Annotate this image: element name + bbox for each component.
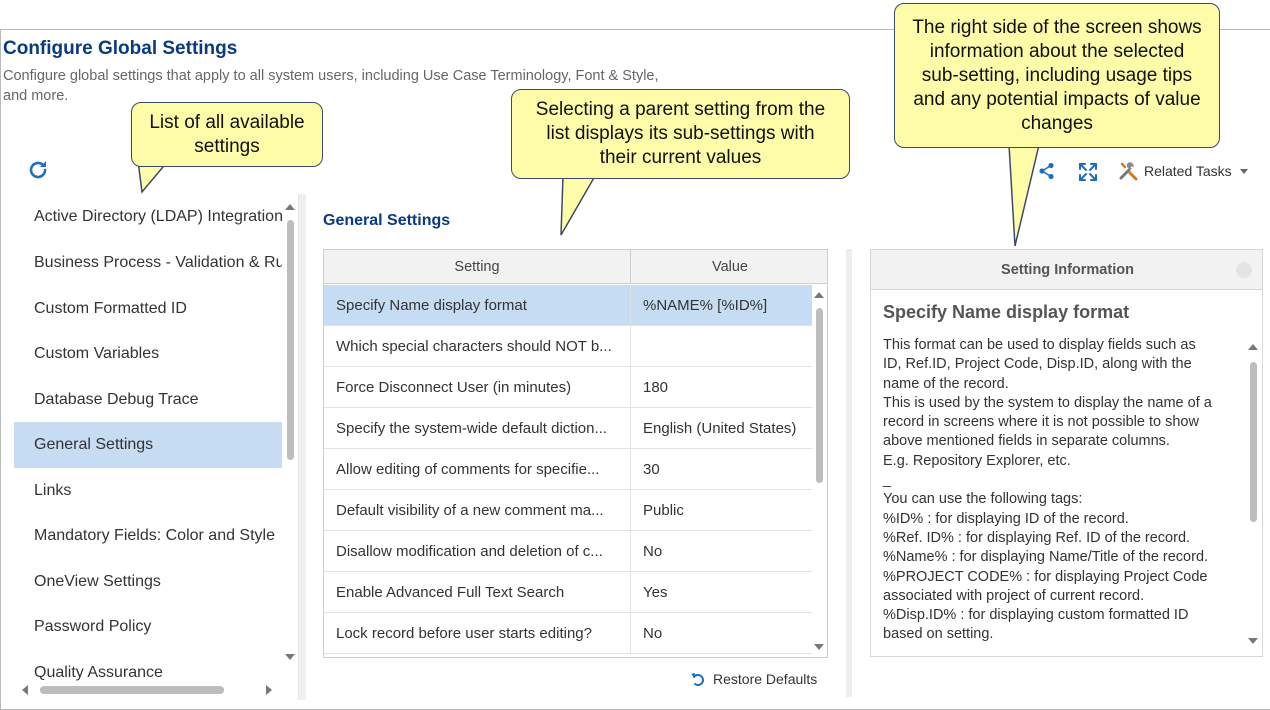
callout-pointer — [1008, 144, 1040, 247]
scrollbar-thumb[interactable] — [40, 686, 224, 694]
table-row[interactable]: Specify the system-wide default diction.… — [324, 408, 812, 449]
undo-icon — [691, 673, 704, 686]
table-row[interactable]: Enable Advanced Full Text Search Yes — [324, 572, 812, 613]
scroll-down-icon[interactable] — [285, 654, 295, 660]
list-item[interactable]: Business Process - Validation & Rules — [14, 240, 282, 286]
table-row[interactable]: Force Disconnect User (in minutes) 180 — [324, 367, 812, 408]
list-item[interactable]: Links — [14, 468, 282, 514]
scroll-up-icon[interactable] — [285, 204, 295, 210]
settings-list: Active Directory (LDAP) Integration Busi… — [14, 194, 299, 700]
tools-icon — [1119, 162, 1138, 181]
chevron-down-icon — [1239, 168, 1248, 174]
related-tasks-menu[interactable]: Related Tasks — [1118, 160, 1248, 182]
scroll-right-icon[interactable] — [266, 685, 272, 695]
scroll-up-icon[interactable] — [1248, 344, 1258, 350]
scroll-up-icon[interactable] — [814, 292, 824, 298]
scroll-left-icon[interactable] — [22, 685, 28, 695]
list-item[interactable]: Active Directory (LDAP) Integration — [14, 194, 282, 240]
list-item[interactable]: Password Policy — [14, 604, 282, 650]
table-row[interactable]: Disallow modification and deletion of c.… — [324, 531, 812, 572]
scrollbar-thumb[interactable] — [1250, 362, 1257, 522]
scrollbar-thumb[interactable] — [287, 220, 294, 460]
info-description: This format can be used to display field… — [883, 337, 1212, 643]
info-panel-header: Setting Information — [871, 250, 1262, 290]
scroll-down-icon[interactable] — [1248, 638, 1258, 644]
related-tasks-label: Related Tasks — [1144, 163, 1232, 179]
section-title: General Settings — [323, 212, 451, 229]
scrollbar-thumb[interactable] — [816, 308, 823, 483]
table-row-selected[interactable]: Specify Name display format %NAME% [%ID%… — [324, 285, 812, 326]
scroll-down-icon[interactable] — [814, 644, 824, 650]
callout-pointer — [560, 175, 596, 236]
info-vertical-scrollbar[interactable] — [1247, 340, 1259, 650]
fullscreen-icon[interactable] — [1078, 162, 1098, 182]
restore-defaults-button[interactable]: Restore Defaults — [690, 671, 817, 687]
list-item[interactable]: OneView Settings — [14, 559, 282, 605]
page-title: Configure Global Settings — [3, 38, 238, 59]
table-row[interactable]: Which special characters should NOT b... — [324, 326, 812, 367]
info-title: Specify Name display format — [883, 302, 1130, 322]
list-item[interactable]: Mandatory Fields: Color and Style — [14, 513, 282, 559]
list-item[interactable]: Custom Variables — [14, 331, 282, 377]
settings-list-vertical-scrollbar[interactable] — [283, 202, 297, 664]
restore-defaults-label: Restore Defaults — [713, 671, 818, 687]
table-row[interactable]: Default visibility of a new comment ma..… — [324, 490, 812, 531]
table-row[interactable]: Allow editing of comments for specifie..… — [324, 449, 812, 490]
splitter-left[interactable] — [299, 194, 306, 700]
table-row[interactable]: Lock record before user starts editing? … — [324, 613, 812, 654]
grid-header: Setting Value — [324, 250, 827, 284]
column-header-value[interactable]: Value — [631, 250, 827, 284]
settings-list-horizontal-scrollbar[interactable] — [20, 682, 278, 696]
callout-settings-list: List of all available settings — [131, 102, 323, 167]
collapse-icon[interactable] — [1236, 262, 1252, 278]
list-item[interactable]: Database Debug Trace — [14, 377, 282, 423]
callout-subsettings: Selecting a parent setting from the list… — [511, 89, 850, 179]
grid-vertical-scrollbar[interactable] — [812, 286, 826, 656]
splitter-right[interactable] — [846, 249, 852, 697]
callout-setting-information: The right side of the screen shows infor… — [894, 3, 1220, 148]
refresh-icon[interactable] — [26, 158, 50, 182]
list-item-selected[interactable]: General Settings — [14, 422, 282, 468]
settings-grid: Setting Value Specify Name display forma… — [323, 249, 828, 658]
column-header-setting[interactable]: Setting — [324, 250, 631, 284]
setting-information-panel: Setting Information Specify Name display… — [870, 249, 1263, 657]
list-item[interactable]: Custom Formatted ID — [14, 286, 282, 332]
